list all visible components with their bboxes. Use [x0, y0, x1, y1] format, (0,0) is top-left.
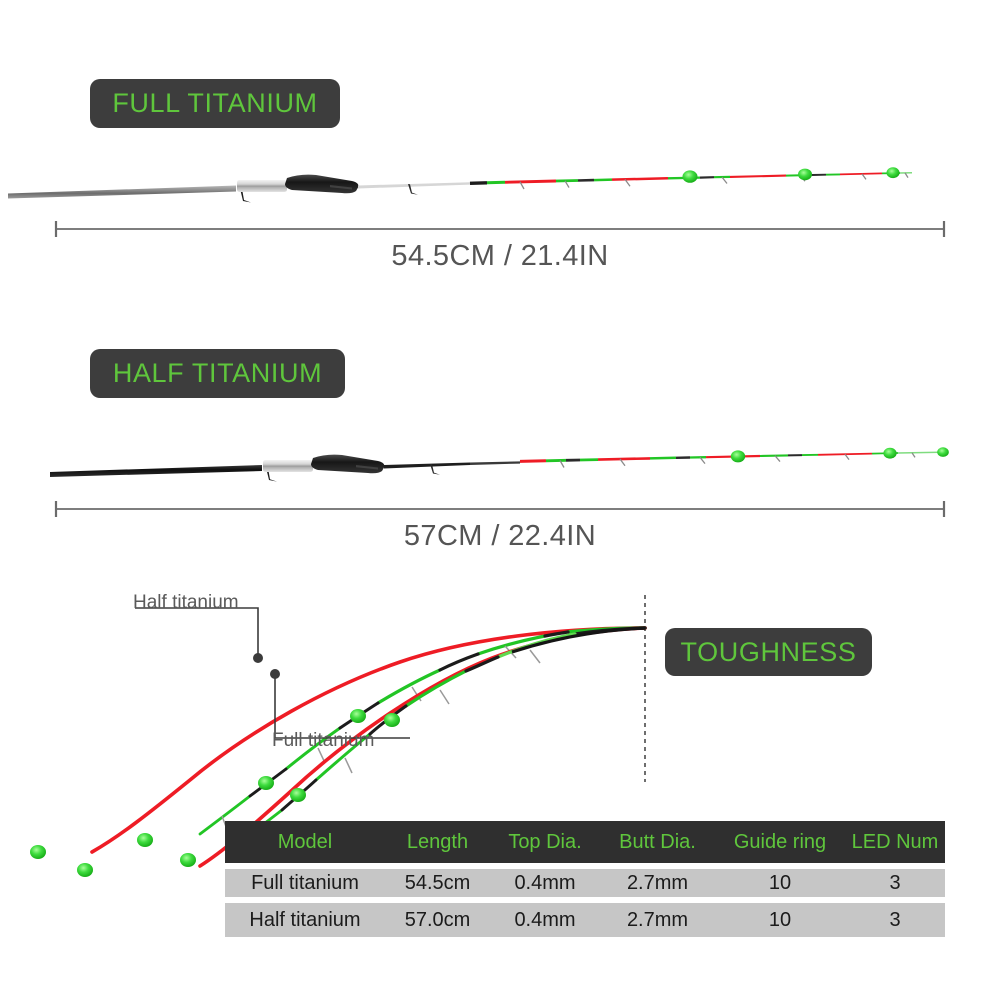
half-titanium-rod-image [0, 440, 1000, 500]
callout-leader-half [135, 607, 259, 656]
table-header-row: Model Length Top Dia. Butt Dia. Guide ri… [225, 821, 945, 863]
cell-top-dia: 0.4mm [490, 903, 600, 943]
cell-guide-ring: 10 [715, 863, 845, 903]
table-header-butt-dia: Butt Dia. [600, 821, 715, 863]
badge-toughness: TOUGHNESS [665, 628, 872, 676]
product-infographic: FULL TITANIUM 54.5CM / 21.4IN HALF TITAN… [0, 0, 1000, 1000]
table-header-length: Length [385, 821, 490, 863]
cell-length: 57.0cm [385, 903, 490, 943]
badge-full-titanium: FULL TITANIUM [90, 79, 340, 128]
cell-guide-ring: 10 [715, 903, 845, 943]
cell-led-num: 3 [845, 903, 945, 943]
half-titanium-length-label: 57CM / 22.4IN [403, 520, 597, 552]
cell-butt-dia: 2.7mm [600, 903, 715, 943]
toughness-bend-diagram [0, 570, 700, 877]
table-header-model: Model [225, 821, 385, 863]
cell-butt-dia: 2.7mm [600, 863, 715, 903]
callout-dot-full [270, 669, 280, 679]
full-titanium-dimension-bracket [50, 218, 950, 240]
full-titanium-length-label: 54.5CM / 21.4IN [391, 240, 609, 272]
table-row: Half titanium 57.0cm 0.4mm 2.7mm 10 3 [225, 903, 945, 943]
callout-label-half-titanium: Half titanium [133, 592, 239, 613]
half-titanium-dimension-bracket [50, 498, 950, 520]
cell-model: Full titanium [225, 863, 385, 903]
callout-label-full-titanium: Full titanium [272, 730, 375, 751]
cell-model: Half titanium [225, 903, 385, 943]
table-header-top-dia: Top Dia. [490, 821, 600, 863]
cell-top-dia: 0.4mm [490, 863, 600, 903]
full-titanium-rod-image [0, 160, 1000, 222]
table-header-guide-ring: Guide ring [715, 821, 845, 863]
callout-dot-half [253, 653, 263, 663]
table-header-led-num: LED Num [845, 821, 945, 863]
cell-length: 54.5cm [385, 863, 490, 903]
cell-led-num: 3 [845, 863, 945, 903]
badge-half-titanium: HALF TITANIUM [90, 349, 345, 398]
table-row: Full titanium 54.5cm 0.4mm 2.7mm 10 3 [225, 863, 945, 903]
specification-table: Model Length Top Dia. Butt Dia. Guide ri… [225, 821, 945, 943]
